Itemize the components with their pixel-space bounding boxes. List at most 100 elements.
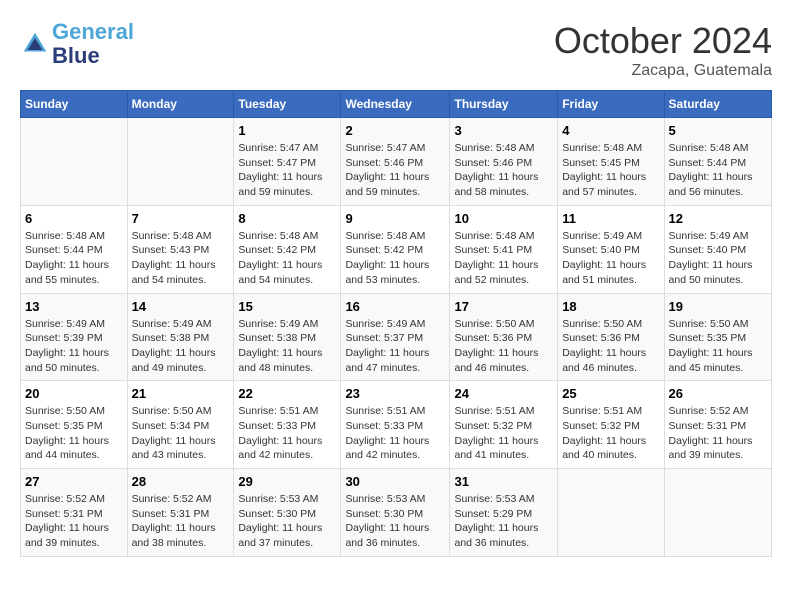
day-number: 16 [345,299,445,314]
day-number: 15 [238,299,336,314]
day-info: Sunrise: 5:48 AMSunset: 5:42 PMDaylight:… [238,229,336,288]
day-number: 1 [238,123,336,138]
calendar-cell: 22 Sunrise: 5:51 AMSunset: 5:33 PMDayligh… [234,381,341,469]
weekday-header: Saturday [664,91,771,118]
calendar-cell: 21Sunrise: 5:50 AMSunset: 5:34 PMDayligh… [127,381,234,469]
day-info: Sunrise: 5:52 AMSunset: 5:31 PMDaylight:… [132,492,230,551]
calendar-cell: 29 Sunrise: 5:53 AMSunset: 5:30 PMDayligh… [234,469,341,557]
calendar-cell [558,469,664,557]
day-number: 12 [669,211,767,226]
calendar-cell: 4 Sunrise: 5:48 AMSunset: 5:45 PMDaylight… [558,118,664,206]
calendar-body: 1 Sunrise: 5:47 AMSunset: 5:47 PMDaylight… [21,118,772,557]
calendar-cell: 12 Sunrise: 5:49 AMSunset: 5:40 PMDayligh… [664,205,771,293]
day-number: 28 [132,474,230,489]
day-info: Sunrise: 5:50 AMSunset: 5:36 PMDaylight:… [454,317,553,376]
day-number: 14 [132,299,230,314]
day-number: 3 [454,123,553,138]
day-info: Sunrise: 5:48 AMSunset: 5:41 PMDaylight:… [454,229,553,288]
weekday-header: Friday [558,91,664,118]
day-number: 10 [454,211,553,226]
day-number: 22 [238,386,336,401]
day-number: 17 [454,299,553,314]
calendar-week-row: 27 Sunrise: 5:52 AMSunset: 5:31 PMDayligh… [21,469,772,557]
day-info: Sunrise: 5:51 AMSunset: 5:32 PMDaylight:… [562,404,659,463]
day-number: 27 [25,474,123,489]
calendar-cell: 27 Sunrise: 5:52 AMSunset: 5:31 PMDayligh… [21,469,128,557]
calendar-cell [664,469,771,557]
logo-text: GeneralBlue [52,20,134,68]
day-info: Sunrise: 5:50 AMSunset: 5:35 PMDaylight:… [669,317,767,376]
calendar-cell: 6 Sunrise: 5:48 AMSunset: 5:44 PMDaylight… [21,205,128,293]
day-info: Sunrise: 5:52 AMSunset: 5:31 PMDaylight:… [25,492,123,551]
calendar-cell: 9 Sunrise: 5:48 AMSunset: 5:42 PMDaylight… [341,205,450,293]
weekday-header: Thursday [450,91,558,118]
calendar-week-row: 20 Sunrise: 5:50 AMSunset: 5:35 PMDayligh… [21,381,772,469]
calendar-header: SundayMondayTuesdayWednesdayThursdayFrid… [21,91,772,118]
day-number: 11 [562,211,659,226]
calendar-cell: 7Sunrise: 5:48 AMSunset: 5:43 PMDaylight… [127,205,234,293]
day-number: 19 [669,299,767,314]
calendar-week-row: 13 Sunrise: 5:49 AMSunset: 5:39 PMDayligh… [21,293,772,381]
day-info: Sunrise: 5:49 AMSunset: 5:38 PMDaylight:… [238,317,336,376]
day-info: Sunrise: 5:51 AMSunset: 5:33 PMDaylight:… [238,404,336,463]
calendar-table: SundayMondayTuesdayWednesdayThursdayFrid… [20,90,772,557]
day-number: 8 [238,211,336,226]
day-info: Sunrise: 5:50 AMSunset: 5:34 PMDaylight:… [132,404,230,463]
day-number: 31 [454,474,553,489]
day-info: Sunrise: 5:48 AMSunset: 5:46 PMDaylight:… [454,141,553,200]
calendar-cell: 30 Sunrise: 5:53 AMSunset: 5:30 PMDayligh… [341,469,450,557]
day-info: Sunrise: 5:49 AMSunset: 5:39 PMDaylight:… [25,317,123,376]
day-number: 9 [345,211,445,226]
page-header: GeneralBlue October 2024 Zacapa, Guatema… [20,20,772,80]
calendar-cell: 20 Sunrise: 5:50 AMSunset: 5:35 PMDayligh… [21,381,128,469]
calendar-cell [127,118,234,206]
calendar-cell: 10 Sunrise: 5:48 AMSunset: 5:41 PMDayligh… [450,205,558,293]
calendar-cell: 2 Sunrise: 5:47 AMSunset: 5:46 PMDaylight… [341,118,450,206]
calendar-cell: 17 Sunrise: 5:50 AMSunset: 5:36 PMDayligh… [450,293,558,381]
day-info: Sunrise: 5:47 AMSunset: 5:46 PMDaylight:… [345,141,445,200]
day-number: 13 [25,299,123,314]
day-info: Sunrise: 5:47 AMSunset: 5:47 PMDaylight:… [238,141,336,200]
day-number: 7 [132,211,230,226]
day-info: Sunrise: 5:49 AMSunset: 5:37 PMDaylight:… [345,317,445,376]
calendar-cell: 23Sunrise: 5:51 AMSunset: 5:33 PMDayligh… [341,381,450,469]
calendar-cell: 13 Sunrise: 5:49 AMSunset: 5:39 PMDayligh… [21,293,128,381]
month-title: October 2024 [554,20,772,62]
calendar-cell: 3 Sunrise: 5:48 AMSunset: 5:46 PMDaylight… [450,118,558,206]
day-info: Sunrise: 5:52 AMSunset: 5:31 PMDaylight:… [669,404,767,463]
day-info: Sunrise: 5:49 AMSunset: 5:40 PMDaylight:… [669,229,767,288]
day-info: Sunrise: 5:48 AMSunset: 5:44 PMDaylight:… [25,229,123,288]
day-info: Sunrise: 5:50 AMSunset: 5:35 PMDaylight:… [25,404,123,463]
day-info: Sunrise: 5:53 AMSunset: 5:30 PMDaylight:… [345,492,445,551]
day-info: Sunrise: 5:48 AMSunset: 5:42 PMDaylight:… [345,229,445,288]
calendar-cell: 15 Sunrise: 5:49 AMSunset: 5:38 PMDayligh… [234,293,341,381]
calendar-cell: 28 Sunrise: 5:52 AMSunset: 5:31 PMDayligh… [127,469,234,557]
day-number: 23 [345,386,445,401]
calendar-cell [21,118,128,206]
day-info: Sunrise: 5:48 AMSunset: 5:44 PMDaylight:… [669,141,767,200]
day-info: Sunrise: 5:53 AMSunset: 5:29 PMDaylight:… [454,492,553,551]
day-number: 5 [669,123,767,138]
calendar-cell: 25 Sunrise: 5:51 AMSunset: 5:32 PMDayligh… [558,381,664,469]
title-block: October 2024 Zacapa, Guatemala [554,20,772,80]
calendar-cell: 26 Sunrise: 5:52 AMSunset: 5:31 PMDayligh… [664,381,771,469]
location-subtitle: Zacapa, Guatemala [554,62,772,80]
day-number: 4 [562,123,659,138]
day-info: Sunrise: 5:49 AMSunset: 5:38 PMDaylight:… [132,317,230,376]
calendar-week-row: 6 Sunrise: 5:48 AMSunset: 5:44 PMDaylight… [21,205,772,293]
day-number: 2 [345,123,445,138]
logo-icon [20,29,50,59]
calendar-week-row: 1 Sunrise: 5:47 AMSunset: 5:47 PMDaylight… [21,118,772,206]
day-number: 25 [562,386,659,401]
day-number: 20 [25,386,123,401]
calendar-cell: 18Sunrise: 5:50 AMSunset: 5:36 PMDayligh… [558,293,664,381]
day-info: Sunrise: 5:48 AMSunset: 5:45 PMDaylight:… [562,141,659,200]
weekday-header: Tuesday [234,91,341,118]
day-number: 26 [669,386,767,401]
day-number: 29 [238,474,336,489]
day-number: 6 [25,211,123,226]
day-info: Sunrise: 5:53 AMSunset: 5:30 PMDaylight:… [238,492,336,551]
calendar-cell: 16 Sunrise: 5:49 AMSunset: 5:37 PMDayligh… [341,293,450,381]
day-number: 30 [345,474,445,489]
calendar-cell: 1 Sunrise: 5:47 AMSunset: 5:47 PMDaylight… [234,118,341,206]
